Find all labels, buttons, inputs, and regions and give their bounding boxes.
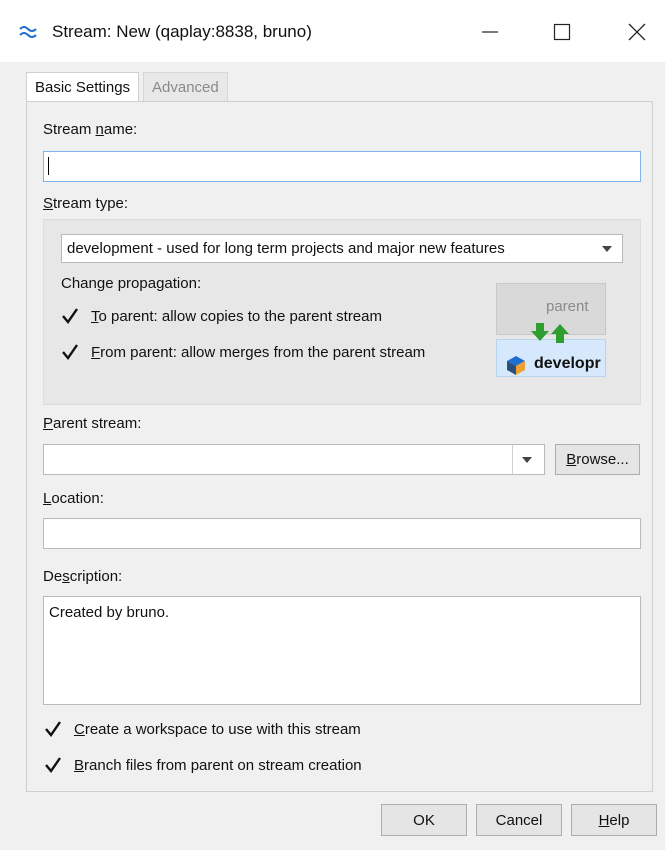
- description-label: Description:: [43, 568, 123, 585]
- maximize-button[interactable]: [534, 10, 590, 54]
- branch-files-label: Branch files from parent on stream creat…: [74, 757, 362, 774]
- stream-type-label: Stream type:: [43, 195, 129, 212]
- location-input[interactable]: [43, 518, 641, 549]
- text-caret: [48, 157, 49, 175]
- browse-button[interactable]: Browse...: [555, 444, 640, 475]
- close-button[interactable]: [609, 10, 665, 54]
- propagation-diagram: parent developr: [496, 283, 606, 377]
- checkmark-icon: [62, 344, 78, 360]
- tab-basic-settings[interactable]: Basic Settings: [26, 72, 140, 102]
- checkmark-icon: [45, 757, 61, 773]
- parent-stream-label: parent: [546, 298, 589, 315]
- branch-files-checkbox[interactable]: [43, 755, 63, 775]
- parent-stream-label: Parent stream:: [43, 415, 142, 432]
- stream-type-selected: development - used for long term project…: [67, 240, 505, 257]
- title-bar: Stream: New (qaplay:8838, bruno): [0, 0, 665, 62]
- parent-stream-select[interactable]: [43, 444, 545, 475]
- create-workspace-label: Create a workspace to use with this stre…: [74, 721, 361, 738]
- change-propagation-label: Change propagation:: [61, 275, 202, 292]
- create-workspace-checkbox[interactable]: [43, 719, 63, 739]
- close-icon: [628, 23, 646, 41]
- cancel-button[interactable]: Cancel: [476, 804, 562, 836]
- ok-button[interactable]: OK: [381, 804, 467, 836]
- to-parent-label: To parent: allow copies to the parent st…: [91, 308, 382, 325]
- from-parent-label: From parent: allow merges from the paren…: [91, 344, 426, 361]
- checkmark-icon: [62, 308, 78, 324]
- dropdown-divider: [512, 445, 513, 474]
- stream-name-label: Stream name:: [43, 121, 138, 138]
- location-label: Location:: [43, 490, 104, 507]
- chevron-down-icon: [522, 457, 532, 463]
- child-stream-label: developr: [534, 355, 601, 372]
- minimize-button[interactable]: [462, 10, 518, 54]
- minimize-icon: [482, 31, 498, 33]
- stream-icon: [19, 26, 37, 38]
- description-textarea[interactable]: Created by bruno.: [43, 596, 641, 705]
- chevron-down-icon: [602, 246, 612, 252]
- description-text: Created by bruno.: [49, 604, 170, 621]
- to-parent-checkbox[interactable]: [60, 306, 80, 326]
- window-title: Stream: New (qaplay:8838, bruno): [52, 22, 312, 41]
- help-button[interactable]: Help: [571, 804, 657, 836]
- stream-name-input[interactable]: [43, 151, 641, 182]
- checkmark-icon: [45, 721, 61, 737]
- stream-type-select[interactable]: development - used for long term project…: [61, 234, 623, 263]
- merge-copy-arrows-icon: [531, 323, 569, 343]
- tab-advanced[interactable]: Advanced: [143, 72, 228, 102]
- maximize-icon: [553, 23, 571, 41]
- from-parent-checkbox[interactable]: [60, 342, 80, 362]
- stream-cube-icon: [507, 356, 525, 375]
